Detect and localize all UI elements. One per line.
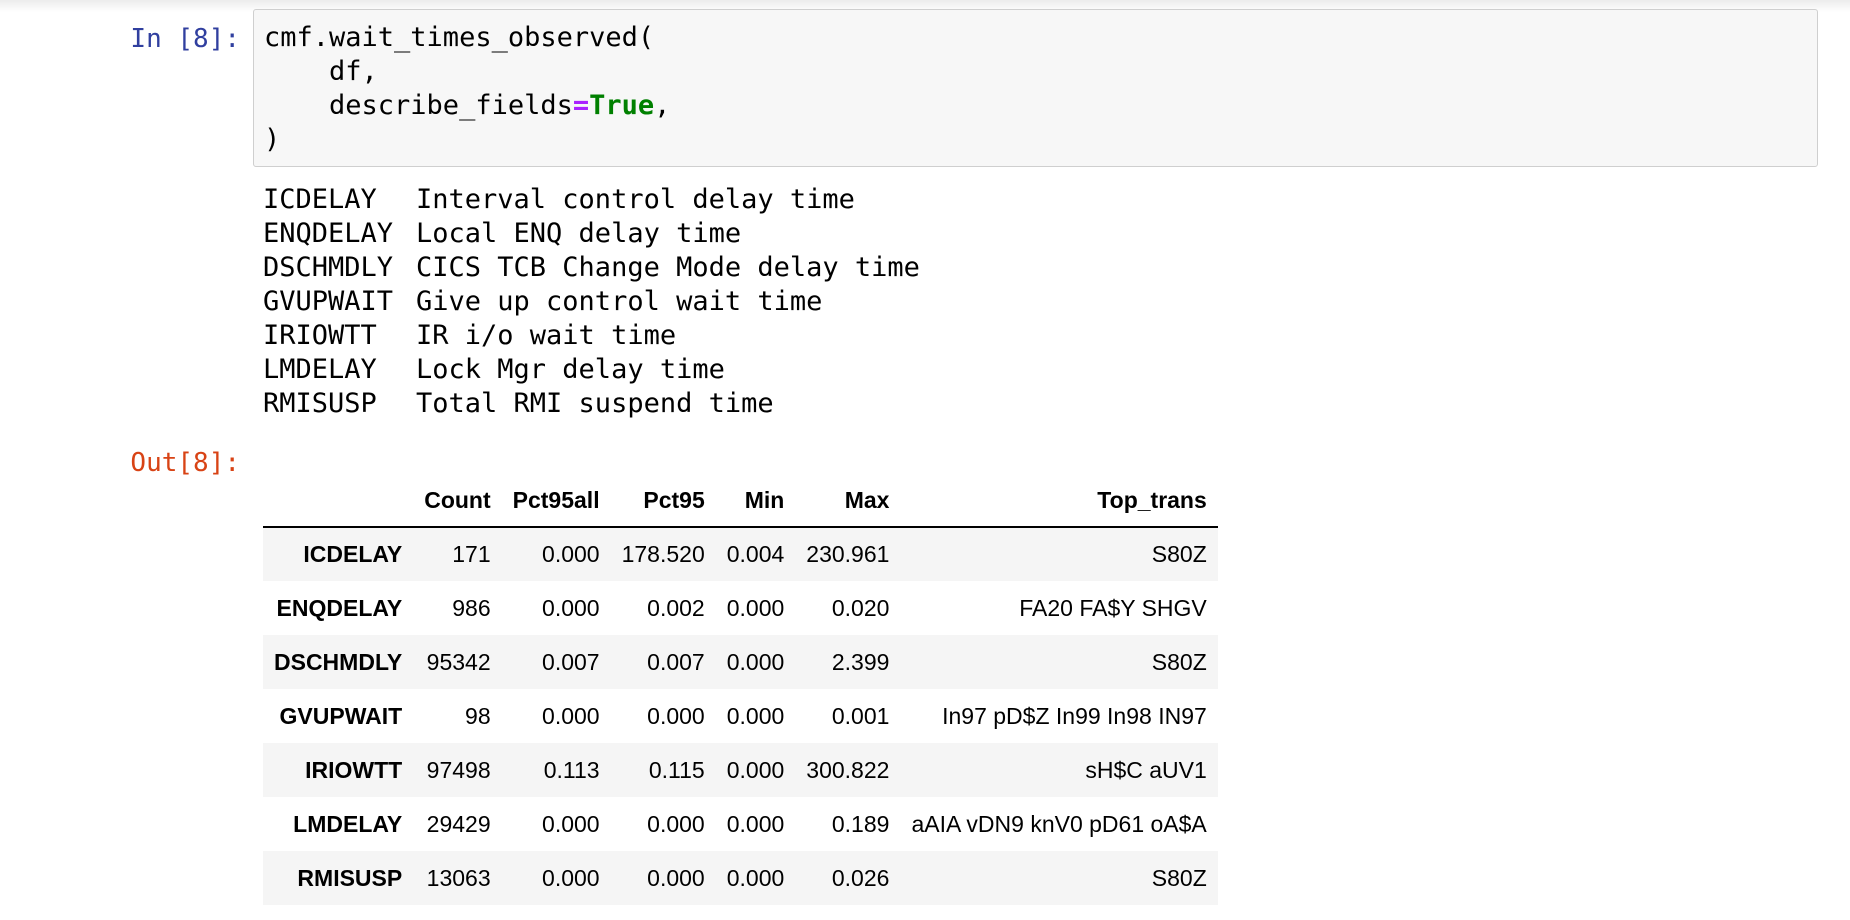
code-editor[interactable]: cmf.wait_times_observed( df, describe_fi… [264,21,670,157]
stdout-line: LMDELAY Lock Mgr delay time [263,353,920,387]
table-header: Count Pct95all Pct95 Min Max Top_trans [263,474,1218,528]
table-cell: 97498 [426,756,491,783]
table-cell: 171 [452,541,491,567]
table-row: IRIOWTT 97498 0.113 0.115 0.000 300.822 … [263,743,1218,797]
stdout-line: ENQDELAY Local ENQ delay time [263,217,920,251]
table-cell: 0.000 [647,810,705,837]
table-cell: S80Z [1151,648,1207,675]
table-cell: 0.000 [726,756,785,783]
code-arg-name: describe_fields [264,90,573,121]
field-code: DSCHMDLY [263,252,394,283]
code-cell-input[interactable]: cmf.wait_times_observed( df, describe_fi… [253,9,1818,167]
table-cell: S80Z [1151,864,1207,891]
field-description: Local ENQ delay time [416,218,742,249]
table-cell: 0.004 [726,541,785,567]
table-cell: 0.000 [542,541,600,567]
table-row: ICDELAY 171 0.000 178.520 0.004 230.961 … [263,527,1218,581]
field-code: GVUPWAIT [263,286,394,317]
input-prompt: In [8]: [130,24,240,54]
table-cell: 0.000 [542,864,600,891]
field-description: Give up control wait time [416,286,823,317]
field-code: LMDELAY [263,354,377,385]
table-cell: 0.000 [726,864,785,891]
table-cell: 0.000 [647,864,705,891]
table-cell: 0.189 [831,810,890,837]
table-row: RMISUSP 13063 0.000 0.000 0.000 0.026 S8… [263,851,1218,905]
code-line-2: df, [264,56,378,87]
table-cell: 0.000 [726,648,785,675]
column-header: Count [413,474,502,528]
code-line-1: cmf.wait_times_observed( [264,22,655,53]
code-keyword: True [589,90,655,121]
table-cell: FA20 FA$Y SHGV [1019,594,1207,621]
table-cell: 0.020 [831,594,890,621]
stdout-line: GVUPWAIT Give up control wait time [263,285,920,319]
table-row: DSCHMDLY 95342 0.007 0.007 0.000 2.399 S… [263,635,1218,689]
column-header: Min [715,474,796,528]
field-description: Total RMI suspend time [416,388,774,419]
row-index: LMDELAY [293,810,403,837]
row-index: ICDELAY [303,541,403,567]
table-cell: 0.113 [543,756,600,783]
table-cell: 178.520 [621,541,705,567]
field-description: IR i/o wait time [416,320,677,351]
row-index: DSCHMDLY [274,648,403,675]
table-cell: 0.000 [647,702,705,729]
table-cell: 29429 [426,810,491,837]
row-index: RMISUSP [297,864,403,891]
field-code: RMISUSP [263,388,377,419]
table-cell: In97 pD$Z In99 In98 IN97 [942,702,1207,729]
table-cell: 0.001 [831,702,890,729]
table-cell: 13063 [426,864,491,891]
table-cell: S80Z [1151,541,1207,567]
column-header: Pct95all [501,474,611,528]
field-description: Interval control delay time [416,184,855,215]
table-cell: 0.000 [542,810,600,837]
column-header: Top_trans [900,474,1218,528]
stdout-line: DSCHMDLY CICS TCB Change Mode delay time [263,251,920,285]
table-cell: 0.000 [726,810,785,837]
table-cell: sH$C aUV1 [1085,756,1207,783]
table-cell: 0.000 [726,594,785,621]
column-header: Pct95 [610,474,716,528]
table-cell: 230.961 [806,541,890,567]
table-cell: 0.000 [542,594,600,621]
row-index: IRIOWTT [305,756,403,783]
table-cell: 2.399 [831,648,890,675]
field-code: ENQDELAY [263,218,394,249]
table-cell: 0.007 [542,648,600,675]
table-row: ENQDELAY 986 0.000 0.002 0.000 0.020 FA2… [263,581,1218,635]
table-cell: 0.000 [542,702,600,729]
table-cell: 0.002 [647,594,705,621]
row-index: GVUPWAIT [279,702,403,729]
table-cell: 0.007 [647,648,705,675]
table-cell: 0.000 [726,702,785,729]
table-row: GVUPWAIT 98 0.000 0.000 0.000 0.001 In97… [263,689,1218,743]
index-header [263,474,414,528]
table-cell: 95342 [426,648,491,675]
stdout-line: IRIOWTT IR i/o wait time [263,319,920,353]
table-row: LMDELAY 29429 0.000 0.000 0.000 0.189 aA… [263,797,1218,851]
stdout-line: ICDELAY Interval control delay time [263,183,920,217]
table-cell: 0.026 [831,864,890,891]
field-code: IRIOWTT [263,320,377,351]
table-cell: 0.115 [648,756,705,783]
stdout-line: RMISUSP Total RMI suspend time [263,387,920,421]
column-header: Max [795,474,901,528]
code-line-4: ) [264,124,281,155]
table-header-row: Count Pct95all Pct95 Min Max Top_trans [263,474,1218,528]
row-index: ENQDELAY [276,594,403,621]
table-cell: 98 [465,702,491,729]
dataframe-table: Count Pct95all Pct95 Min Max Top_trans I… [263,474,1218,905]
stdout-output: ICDELAY Interval control delay time ENQDE… [263,183,920,421]
field-description: CICS TCB Change Mode delay time [416,252,920,283]
table-cell: aAIA vDN9 knV0 pD61 oA$A [911,810,1207,837]
code-operator: = [572,90,590,121]
field-description: Lock Mgr delay time [416,354,725,385]
output-prompt: Out[8]: [130,448,240,478]
table-cell: 986 [452,594,491,621]
table-cell: 300.822 [806,756,890,783]
code-comma: , [654,90,671,121]
field-code: ICDELAY [263,184,377,215]
